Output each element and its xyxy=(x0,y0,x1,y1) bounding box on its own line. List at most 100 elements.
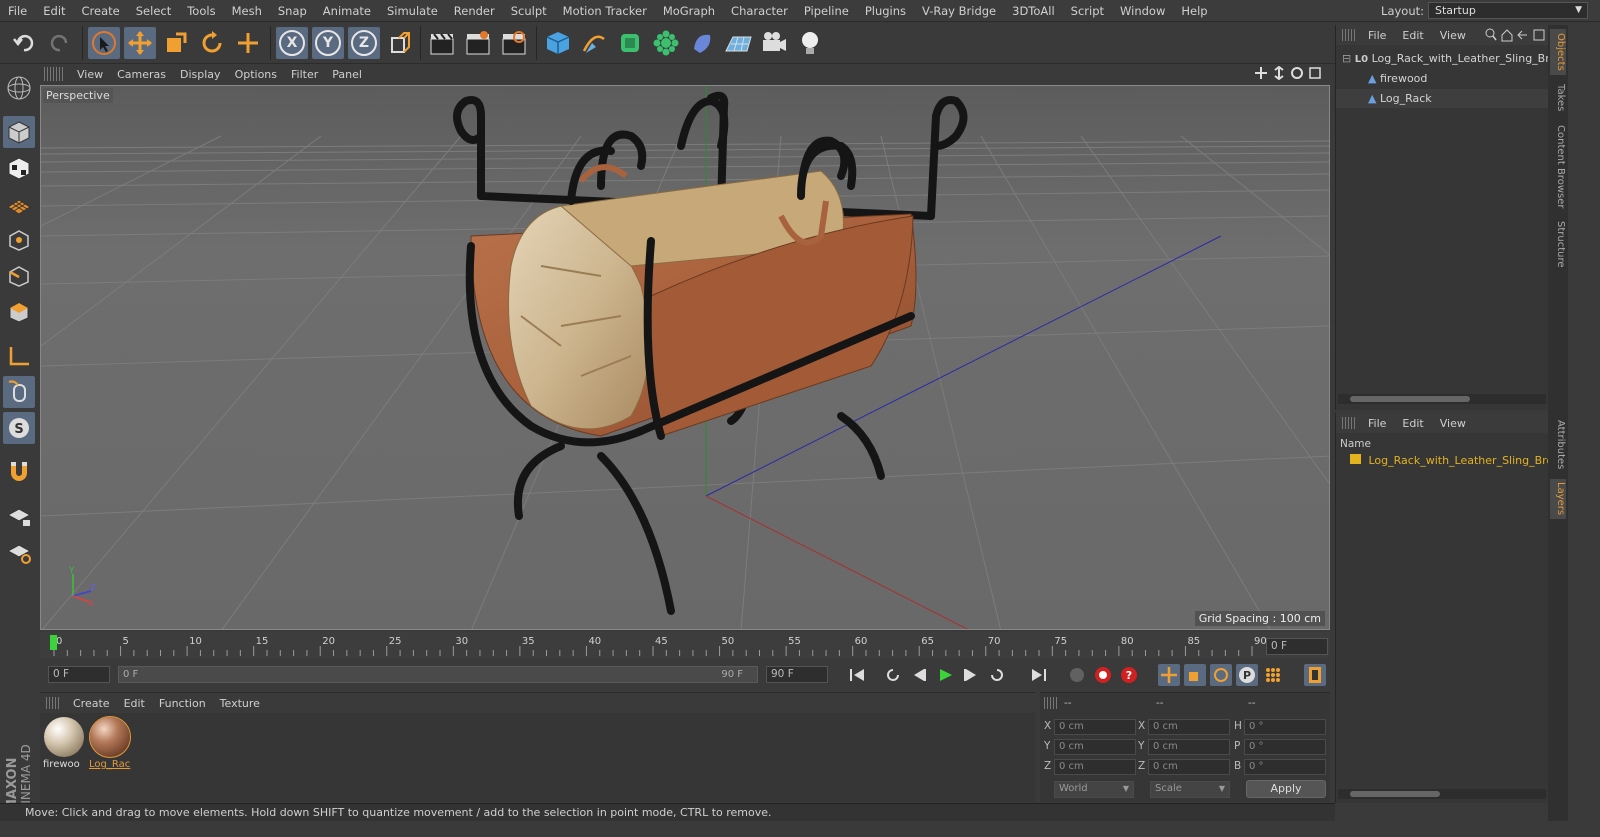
planar-workplane-button[interactable] xyxy=(3,536,35,568)
layers-menu-edit[interactable]: Edit xyxy=(1394,417,1431,430)
z-axis-lock-button[interactable]: Z xyxy=(348,27,380,59)
frame-range-slider[interactable]: 0 F 90 F xyxy=(118,666,758,683)
orbit-icon[interactable] xyxy=(1290,66,1304,80)
edges-mode-button[interactable] xyxy=(3,260,35,292)
collapse-icon[interactable]: ⊟ xyxy=(1342,52,1351,65)
maximize-view-icon[interactable] xyxy=(1308,66,1322,80)
viewport-menu-filter[interactable]: Filter xyxy=(284,68,325,81)
material-swatch-log-rack[interactable]: Log_Rac xyxy=(88,715,132,771)
solo-mode-button[interactable]: S xyxy=(3,412,35,444)
menu-mograph[interactable]: MoGraph xyxy=(655,0,723,22)
add-cube-button[interactable] xyxy=(542,27,574,59)
key-scale-button[interactable] xyxy=(1184,664,1206,686)
menu-sculpt[interactable]: Sculpt xyxy=(503,0,555,22)
key-parameter-button[interactable]: P xyxy=(1236,664,1258,686)
object-row-root[interactable]: ⊟ L0 Log_Rack_with_Leather_Sling_Brow xyxy=(1336,49,1549,68)
objects-menu-file[interactable]: File xyxy=(1360,29,1394,42)
layer-row[interactable]: Log_Rack_with_Leather_Sling_Bro xyxy=(1336,451,1549,470)
timeline-ruler[interactable]: 0 5 10 15 20 25 30 35 40 45 50 55 60 65 70 75 80 85 90 0 F xyxy=(40,632,1330,658)
rot-h-field[interactable]: 0 ° xyxy=(1244,719,1326,735)
axis-mode-button[interactable] xyxy=(3,340,35,372)
size-y-field[interactable]: 0 cm xyxy=(1148,739,1230,755)
objects-menu-edit[interactable]: Edit xyxy=(1394,29,1431,42)
menu-file[interactable]: File xyxy=(0,0,35,22)
render-settings-button[interactable] xyxy=(498,27,530,59)
size-mode-dropdown[interactable]: Scale ▼ xyxy=(1150,781,1230,798)
lock-workplane-button[interactable] xyxy=(3,500,35,532)
render-picture-viewer-button[interactable] xyxy=(462,27,494,59)
scale-tool-button[interactable] xyxy=(160,27,192,59)
size-z-field[interactable]: 0 cm xyxy=(1148,759,1230,775)
go-to-end-button[interactable] xyxy=(1028,664,1050,686)
back-icon[interactable] xyxy=(1517,28,1529,42)
menu-plugins[interactable]: Plugins xyxy=(857,0,914,22)
menu-snap[interactable]: Snap xyxy=(270,0,315,22)
render-view-button[interactable] xyxy=(426,27,458,59)
add-subdivision-button[interactable] xyxy=(614,27,646,59)
points-mode-button[interactable] xyxy=(3,224,35,256)
next-frame-button[interactable] xyxy=(960,664,982,686)
current-frame-field[interactable]: 0 F xyxy=(1266,638,1328,655)
viewport-menu-panel[interactable]: Panel xyxy=(325,68,369,81)
search-icon[interactable] xyxy=(1485,28,1497,42)
tab-structure[interactable]: Structure xyxy=(1550,219,1566,269)
previous-frame-button[interactable] xyxy=(908,664,930,686)
tab-attributes[interactable]: Attributes xyxy=(1550,417,1566,473)
pos-x-field[interactable]: 0 cm xyxy=(1054,719,1136,735)
menu-motion-tracker[interactable]: Motion Tracker xyxy=(555,0,655,22)
menu-3dtoall[interactable]: 3DToAll xyxy=(1004,0,1063,22)
apply-button[interactable]: Apply xyxy=(1246,780,1326,798)
rotate-tool-button[interactable] xyxy=(196,27,228,59)
pos-z-field[interactable]: 0 cm xyxy=(1054,759,1136,775)
scrollbar-thumb[interactable] xyxy=(1350,791,1440,797)
material-swatch-firewood[interactable]: firewoo xyxy=(42,715,86,771)
tweak-mode-button[interactable] xyxy=(3,376,35,408)
menu-window[interactable]: Window xyxy=(1112,0,1173,22)
autokeying-button[interactable]: ? xyxy=(1118,664,1140,686)
key-position-button[interactable] xyxy=(1158,664,1180,686)
zoom-icon[interactable] xyxy=(1272,66,1286,80)
tab-layers[interactable]: Layers xyxy=(1550,479,1566,519)
material-menu-function[interactable]: Function xyxy=(152,697,213,710)
next-key-button[interactable] xyxy=(986,664,1008,686)
move-tool-button[interactable] xyxy=(124,27,156,59)
record-motion-button[interactable] xyxy=(1066,664,1088,686)
add-deformer-button[interactable] xyxy=(686,27,718,59)
add-spline-pen-button[interactable] xyxy=(578,27,610,59)
rot-p-field[interactable]: 0 ° xyxy=(1244,739,1326,755)
playhead[interactable] xyxy=(50,635,57,650)
pos-y-field[interactable]: 0 cm xyxy=(1054,739,1136,755)
viewport-menu-cameras[interactable]: Cameras xyxy=(110,68,173,81)
coordinate-space-dropdown[interactable]: World ▼ xyxy=(1054,781,1134,798)
scrollbar-thumb[interactable] xyxy=(1350,396,1470,402)
add-floor-button[interactable] xyxy=(722,27,754,59)
camera-label[interactable]: Perspective xyxy=(43,88,113,103)
new-panel-icon[interactable] xyxy=(1533,28,1545,42)
previous-key-button[interactable] xyxy=(882,664,904,686)
menu-mesh[interactable]: Mesh xyxy=(224,0,270,22)
menu-simulate[interactable]: Simulate xyxy=(379,0,446,22)
play-button[interactable] xyxy=(934,664,956,686)
menu-pipeline[interactable]: Pipeline xyxy=(796,0,857,22)
texture-mode-button[interactable] xyxy=(3,152,35,184)
layer-color-swatch[interactable] xyxy=(1350,454,1361,464)
rot-b-field[interactable]: 0 ° xyxy=(1244,759,1326,775)
menu-animate[interactable]: Animate xyxy=(315,0,379,22)
home-icon[interactable] xyxy=(1501,28,1513,42)
3d-viewport[interactable]: Y Z X Perspective Grid Spacing : 100 cm xyxy=(40,85,1330,630)
undo-button[interactable] xyxy=(8,27,40,59)
objects-menu-view[interactable]: View xyxy=(1432,29,1474,42)
snap-button[interactable] xyxy=(3,456,35,488)
menu-edit[interactable]: Edit xyxy=(35,0,73,22)
layers-menu-view[interactable]: View xyxy=(1432,417,1474,430)
live-selection-button[interactable] xyxy=(88,27,120,59)
material-menu-create[interactable]: Create xyxy=(66,697,117,710)
go-to-start-button[interactable] xyxy=(846,664,868,686)
timeline-window-button[interactable] xyxy=(1304,664,1326,686)
layers-menu-file[interactable]: File xyxy=(1360,417,1394,430)
key-pla-button[interactable] xyxy=(1262,664,1284,686)
model-mode-button[interactable] xyxy=(3,116,35,148)
make-editable-button[interactable] xyxy=(3,72,35,104)
viewport-menu-display[interactable]: Display xyxy=(173,68,228,81)
x-axis-lock-button[interactable]: X xyxy=(276,27,308,59)
